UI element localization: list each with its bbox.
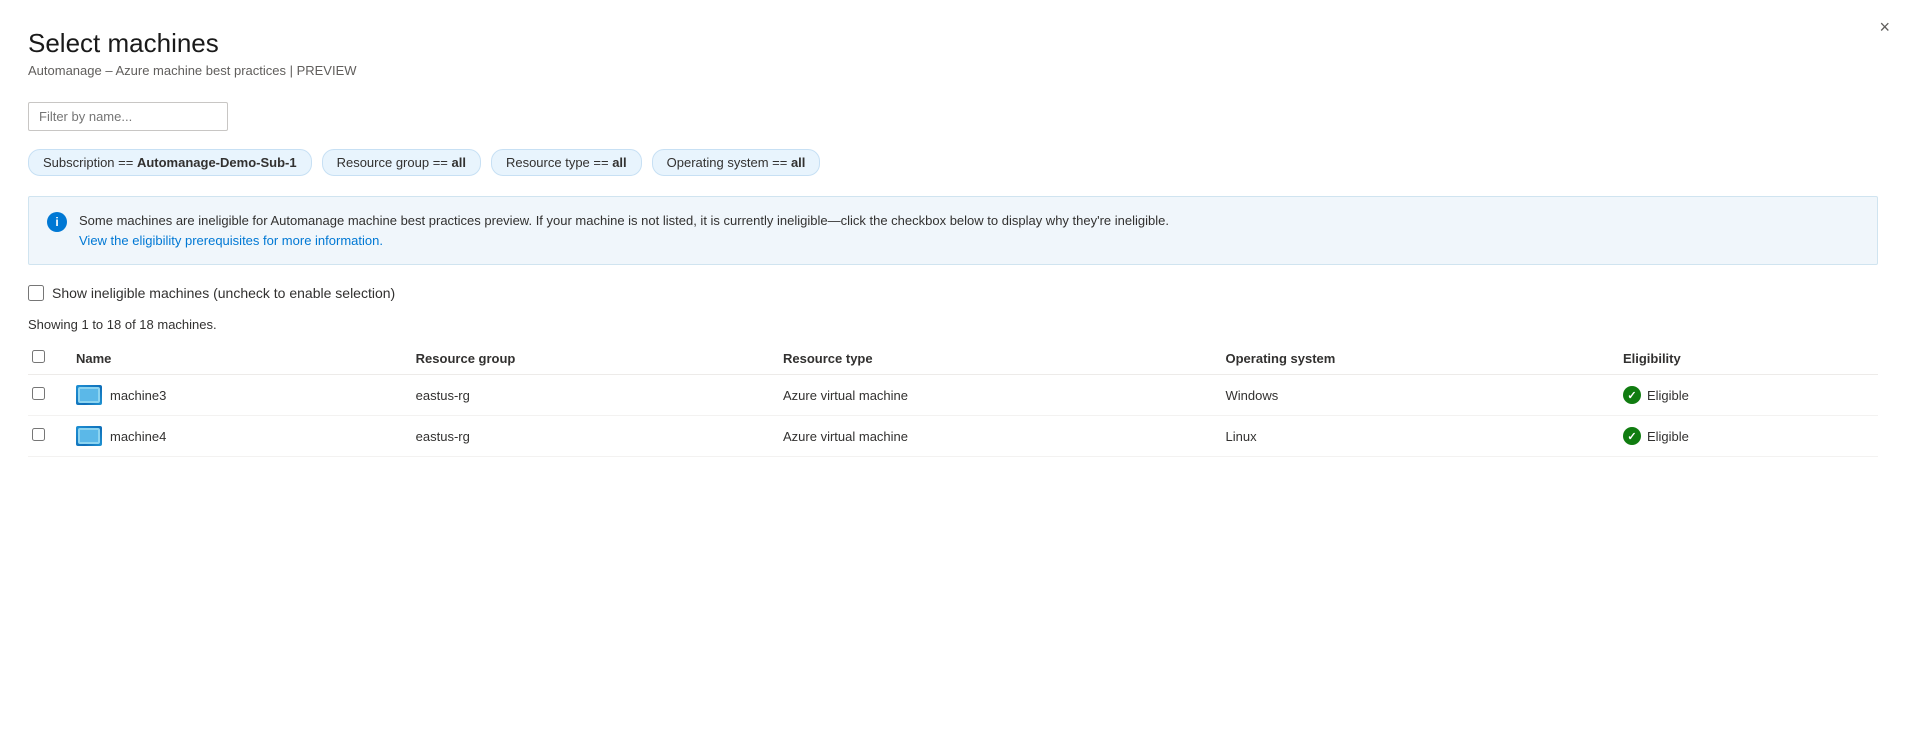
machine-cell-1: machine4 (76, 426, 392, 446)
resource-type-pill[interactable]: Resource type == all (491, 149, 642, 176)
show-ineligible-checkbox[interactable] (28, 285, 44, 301)
eligible-checkmark-icon-1 (1623, 427, 1641, 445)
row-checkbox-0[interactable] (32, 387, 45, 400)
page-subtitle: Automanage – Azure machine best practice… (28, 63, 1878, 78)
eligibility-badge-0: Eligible (1623, 386, 1866, 404)
row-checkbox-cell-1 (28, 416, 64, 457)
eligible-checkmark-icon-0 (1623, 386, 1641, 404)
table-row: machine3 eastus-rg Azure virtual machine… (28, 375, 1878, 416)
eligibility-label-1: Eligible (1647, 429, 1689, 444)
row-operating-system-0: Windows (1214, 375, 1611, 416)
row-resource-group-0: eastus-rg (404, 375, 771, 416)
row-resource-group-1: eastus-rg (404, 416, 771, 457)
vm-screen-icon-0 (78, 387, 100, 403)
eligibility-badge-1: Eligible (1623, 427, 1866, 445)
page-title: Select machines (28, 28, 1878, 59)
filter-pills-container: Subscription == Automanage-Demo-Sub-1 Re… (28, 149, 1878, 176)
row-name-0: machine3 (64, 375, 404, 416)
row-eligibility-1: Eligible (1611, 416, 1878, 457)
vm-icon-0 (76, 385, 102, 405)
col-eligibility: Eligibility (1611, 342, 1878, 375)
col-resource-type: Resource type (771, 342, 1214, 375)
ineligible-checkbox-label: Show ineligible machines (uncheck to ena… (52, 285, 395, 301)
subscription-prefix: Subscription == (43, 155, 137, 170)
operating-system-value: all (791, 155, 805, 170)
row-resource-type-1: Azure virtual machine (771, 416, 1214, 457)
select-machines-panel: × Select machines Automanage – Azure mac… (0, 0, 1914, 477)
info-box: i Some machines are ineligible for Autom… (28, 196, 1878, 265)
resource-group-pill[interactable]: Resource group == all (322, 149, 481, 176)
row-checkbox-1[interactable] (32, 428, 45, 441)
select-all-checkbox[interactable] (32, 350, 45, 363)
resource-group-prefix: Resource group == (337, 155, 452, 170)
subscription-pill[interactable]: Subscription == Automanage-Demo-Sub-1 (28, 149, 312, 176)
showing-count-text: Showing 1 to 18 of 18 machines. (28, 317, 1878, 332)
col-name: Name (64, 342, 404, 375)
subscription-value: Automanage-Demo-Sub-1 (137, 155, 297, 170)
eligibility-link[interactable]: View the eligibility prerequisites for m… (79, 233, 383, 248)
operating-system-prefix: Operating system == (667, 155, 791, 170)
ineligible-checkbox-row: Show ineligible machines (uncheck to ena… (28, 285, 1878, 301)
vm-icon-1 (76, 426, 102, 446)
resource-type-value: all (612, 155, 626, 170)
info-message: Some machines are ineligible for Automan… (79, 213, 1169, 228)
resource-group-value: all (451, 155, 465, 170)
table-row: machine4 eastus-rg Azure virtual machine… (28, 416, 1878, 457)
eligibility-label-0: Eligible (1647, 388, 1689, 403)
resource-type-prefix: Resource type == (506, 155, 612, 170)
col-resource-group: Resource group (404, 342, 771, 375)
row-resource-type-0: Azure virtual machine (771, 375, 1214, 416)
info-text: Some machines are ineligible for Automan… (79, 211, 1169, 250)
row-operating-system-1: Linux (1214, 416, 1611, 457)
operating-system-pill[interactable]: Operating system == all (652, 149, 821, 176)
info-icon: i (47, 212, 67, 232)
machine-name-0: machine3 (110, 388, 166, 403)
machine-cell-0: machine3 (76, 385, 392, 405)
row-eligibility-0: Eligible (1611, 375, 1878, 416)
table-header-row: Name Resource group Resource type Operat… (28, 342, 1878, 375)
filter-by-name-input[interactable] (28, 102, 228, 131)
vm-screen-icon-1 (78, 428, 100, 444)
machines-table: Name Resource group Resource type Operat… (28, 342, 1878, 457)
machine-name-1: machine4 (110, 429, 166, 444)
col-operating-system: Operating system (1214, 342, 1611, 375)
row-name-1: machine4 (64, 416, 404, 457)
select-all-header (28, 342, 64, 375)
close-button[interactable]: × (1879, 18, 1890, 36)
row-checkbox-cell-0 (28, 375, 64, 416)
